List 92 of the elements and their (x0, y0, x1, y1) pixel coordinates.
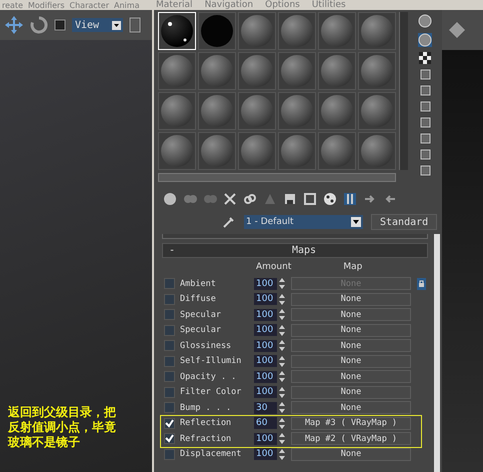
map-label: Diffuse (180, 294, 217, 304)
amount-field[interactable]: 100 (254, 340, 277, 352)
map-label: Self-Illumin (180, 356, 242, 366)
checkbox[interactable] (164, 294, 175, 305)
square-icon[interactable] (420, 117, 430, 128)
rollout-title: Maps (290, 245, 318, 256)
sphere-icon[interactable] (162, 191, 178, 207)
column-header: Map (343, 262, 362, 272)
rotate-icon[interactable] (30, 16, 48, 34)
map-button[interactable]: None (291, 401, 411, 414)
square-icon[interactable] (54, 19, 66, 31)
spinner-icon[interactable] (279, 294, 285, 305)
scroll-bar[interactable] (399, 12, 408, 170)
checkbox[interactable] (164, 340, 175, 352)
panel-icon[interactable] (129, 17, 141, 33)
checker-sphere-icon[interactable] (322, 191, 338, 207)
square-icon[interactable] (420, 165, 430, 176)
map-button[interactable]: None (291, 292, 411, 306)
checkbox[interactable] (164, 418, 175, 429)
amount-field[interactable]: 100 (254, 324, 277, 336)
map-label: Filter Color (180, 387, 242, 398)
spinner-icon[interactable] (279, 418, 285, 429)
close-icon[interactable] (222, 191, 238, 207)
column-header: Amount (256, 262, 292, 272)
spinner-icon[interactable] (279, 448, 285, 460)
spinner-icon[interactable] (279, 340, 285, 352)
map-label: Bump . . . (180, 402, 232, 413)
scroll-bar[interactable] (158, 173, 396, 182)
move-icon[interactable] (4, 15, 24, 35)
amount-field[interactable]: 100 (254, 448, 277, 460)
map-button[interactable]: None (291, 448, 411, 461)
bars-icon[interactable] (342, 191, 358, 207)
checkbox[interactable] (164, 324, 175, 336)
square-icon[interactable] (420, 101, 430, 112)
checker-icon[interactable] (419, 52, 431, 64)
spinner-icon[interactable] (279, 309, 285, 320)
map-button[interactable]: None (291, 354, 411, 368)
checkbox[interactable] (164, 371, 175, 382)
spinner-icon[interactable] (279, 433, 285, 444)
map-button[interactable]: None (291, 386, 411, 399)
map-label: Refraction (180, 434, 232, 444)
map-button[interactable]: None (291, 370, 411, 384)
spinner-icon[interactable] (279, 356, 285, 367)
checkbox[interactable] (164, 386, 175, 398)
amount-field[interactable]: 60 (254, 417, 277, 430)
spinner-icon[interactable] (279, 386, 285, 398)
map-label: Opacity . . (180, 372, 238, 382)
annotation-text: 返回到父级目录，把 反射值调小点，毕竟 玻璃不是镜子 (8, 405, 116, 450)
square-icon[interactable] (420, 149, 430, 160)
rollout-header[interactable]: - Maps (162, 243, 428, 258)
map-button[interactable]: None (291, 339, 411, 352)
sphere-icon[interactable] (418, 14, 432, 28)
diamond-icon[interactable] (448, 21, 466, 39)
spinner-icon[interactable] (279, 402, 285, 414)
caret-icon[interactable] (351, 217, 361, 227)
square-icon[interactable] (302, 191, 318, 207)
map-label: Glossiness (180, 340, 232, 351)
checkbox[interactable] (164, 448, 175, 460)
amount-field[interactable]: 100 (254, 355, 277, 368)
eyedropper-icon[interactable] (222, 215, 236, 229)
map-button[interactable]: Map #2 ( VRayMap ) (291, 432, 411, 446)
amount-field[interactable]: 100 (254, 386, 277, 398)
checkbox[interactable] (164, 309, 175, 320)
material-name-dropdown[interactable]: 1 - Default (244, 215, 363, 229)
square-icon[interactable] (420, 85, 430, 96)
chain-icon[interactable] (242, 191, 258, 207)
amount-field[interactable]: 100 (254, 370, 277, 383)
square-icon[interactable] (420, 133, 430, 144)
map-label: Ambient (180, 278, 217, 289)
map-label: Specular (180, 310, 222, 320)
amount-field[interactable]: 100 (254, 308, 277, 321)
material-type-button[interactable]: Standard (371, 214, 438, 230)
spinner-icon[interactable] (279, 324, 285, 336)
checkbox[interactable] (164, 402, 175, 414)
collapse-toggle[interactable]: - (163, 245, 182, 256)
map-button[interactable]: None (291, 308, 411, 322)
map-label: Displacement (180, 449, 242, 460)
checkbox[interactable] (164, 356, 175, 367)
amount-field[interactable]: 100 (254, 432, 277, 445)
amount-field[interactable]: 30 (254, 402, 277, 414)
map-label: Specular (180, 325, 222, 336)
caret-icon[interactable] (112, 20, 121, 30)
sphere-icon[interactable] (418, 33, 432, 47)
map-button[interactable]: None (291, 324, 411, 337)
scroll-bar[interactable] (434, 234, 440, 472)
map-button[interactable]: Map #3 ( VRayMap ) (291, 416, 411, 430)
checkbox[interactable] (164, 433, 175, 444)
view-dropdown[interactable]: View (72, 18, 123, 32)
amount-field[interactable]: 100 (254, 293, 277, 306)
square-icon[interactable] (420, 69, 430, 80)
spinner-icon[interactable] (279, 371, 285, 382)
map-label: Reflection (180, 418, 232, 428)
